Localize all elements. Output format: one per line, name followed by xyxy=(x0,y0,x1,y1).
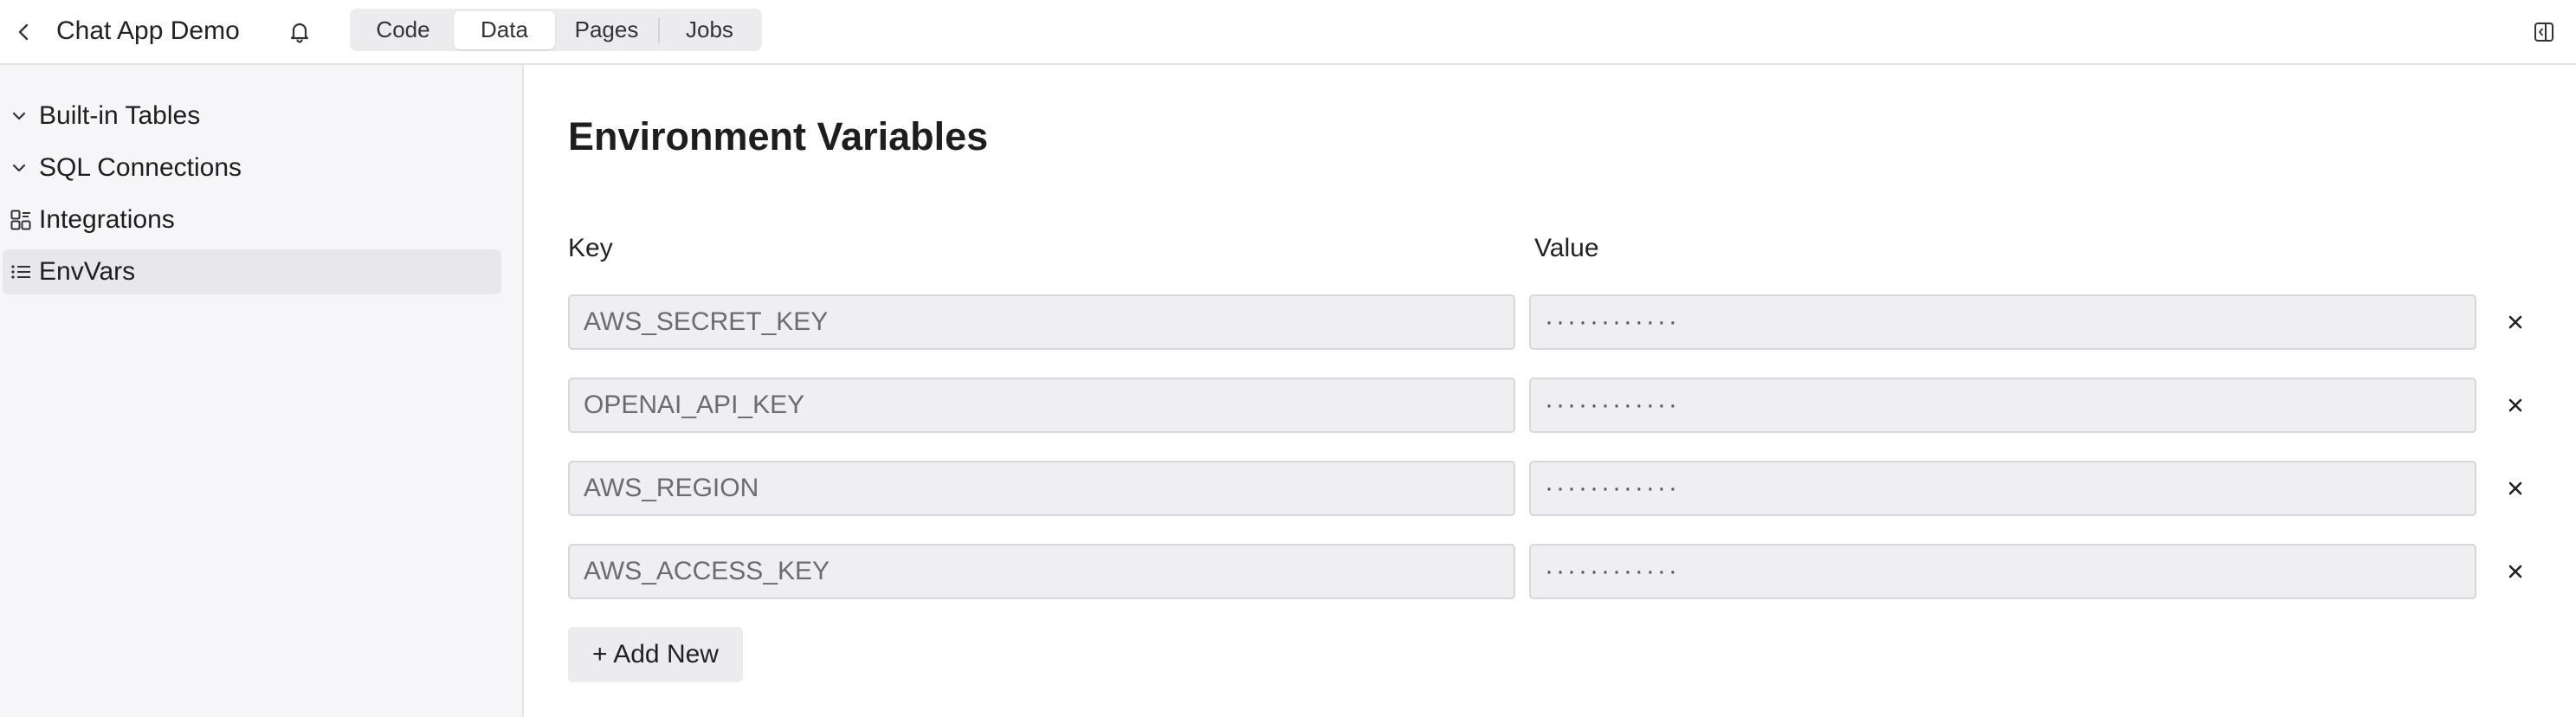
tab-data[interactable]: Data xyxy=(454,10,555,49)
env-key-field[interactable]: OPENAI_API_KEY xyxy=(568,378,1515,433)
close-icon xyxy=(2508,481,2522,495)
env-value-field[interactable]: ············ xyxy=(1529,294,2476,350)
page-title: Environment Variables xyxy=(568,114,989,158)
close-icon xyxy=(2508,315,2522,329)
env-key-field[interactable]: AWS_REGION xyxy=(568,461,1515,516)
main-content: Environment Variables Key Value AWS_SECR… xyxy=(526,65,2576,717)
sidebar-item-label: Built-in Tables xyxy=(39,101,201,130)
panel-toggle-button[interactable] xyxy=(2527,15,2561,49)
sidebar-item-envvars[interactable]: EnvVars xyxy=(3,249,501,294)
chevron-left-icon xyxy=(18,23,29,41)
sidebar-item-label: EnvVars xyxy=(39,257,136,286)
notifications-button[interactable] xyxy=(282,15,317,49)
key-column-header: Key xyxy=(568,234,613,262)
bell-icon xyxy=(290,23,309,43)
sidebar-item-label: Integrations xyxy=(39,205,175,234)
value-column-header: Value xyxy=(1534,234,1599,262)
tab-pages[interactable]: Pages xyxy=(555,11,658,49)
env-value-field[interactable]: ············ xyxy=(1529,378,2476,433)
delete-row-button[interactable] xyxy=(2498,471,2533,506)
env-value-field[interactable]: ············ xyxy=(1529,544,2476,599)
list-icon xyxy=(3,262,37,282)
delete-row-button[interactable] xyxy=(2498,554,2533,589)
chevron-down-icon xyxy=(3,158,37,178)
env-value-field[interactable]: ············ xyxy=(1529,461,2476,516)
env-key-field[interactable]: AWS_SECRET_KEY xyxy=(568,294,1515,350)
delete-row-button[interactable] xyxy=(2498,305,2533,339)
sidebar-item-label: SQL Connections xyxy=(39,153,242,182)
sidebar-item-integrations[interactable]: Integrations xyxy=(3,197,501,242)
app-title: Chat App Demo xyxy=(56,16,240,45)
tab-code[interactable]: Code xyxy=(352,11,454,49)
delete-row-button[interactable] xyxy=(2498,388,2533,423)
close-icon xyxy=(2508,565,2522,578)
tab-jobs[interactable]: Jobs xyxy=(660,11,759,49)
close-icon xyxy=(2508,398,2522,412)
env-key-field[interactable]: AWS_ACCESS_KEY xyxy=(568,544,1515,599)
sidebar-item-sql-connections[interactable]: SQL Connections xyxy=(3,145,501,191)
add-new-button[interactable]: + Add New xyxy=(568,627,743,682)
back-button[interactable] xyxy=(7,15,42,49)
sidebar-panel-icon xyxy=(2534,23,2553,42)
view-tabs: Code Data Pages Jobs xyxy=(350,9,762,51)
chevron-down-icon xyxy=(3,107,37,126)
sidebar-item-built-in-tables[interactable]: Built-in Tables xyxy=(3,94,501,139)
sidebar: Built-in Tables SQL Connections Integrat… xyxy=(0,65,524,717)
top-bar: Chat App Demo Code Data Pages Jobs xyxy=(0,0,2576,65)
integrations-icon xyxy=(3,209,37,231)
